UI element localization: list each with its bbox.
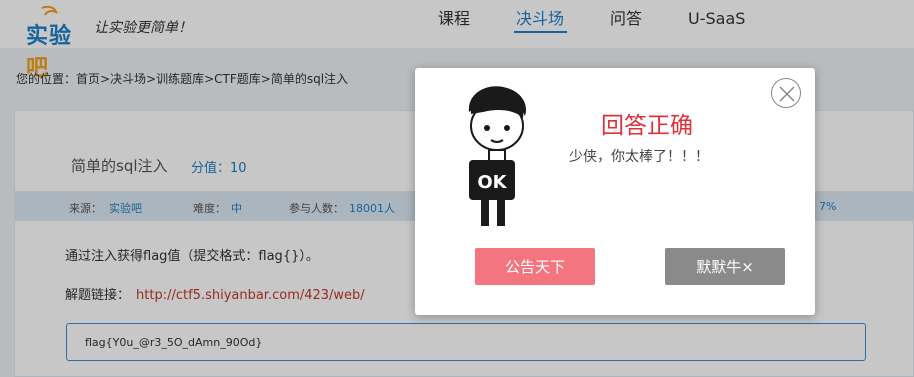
close-button[interactable] (771, 78, 801, 108)
result-message: 少侠，你太棒了！！！ (569, 149, 709, 165)
mascot-ok-sign-icon: OK (468, 86, 527, 226)
result-title: 回答正确 (601, 113, 693, 139)
svg-text:OK: OK (477, 172, 507, 193)
silent-button[interactable]: 默默牛× (665, 248, 785, 285)
close-icon (779, 86, 795, 102)
share-button[interactable]: 公告天下 (475, 248, 595, 285)
result-modal: OK 回答正确 少侠，你太棒了！！！ 公告天下 默默牛× (415, 68, 815, 315)
